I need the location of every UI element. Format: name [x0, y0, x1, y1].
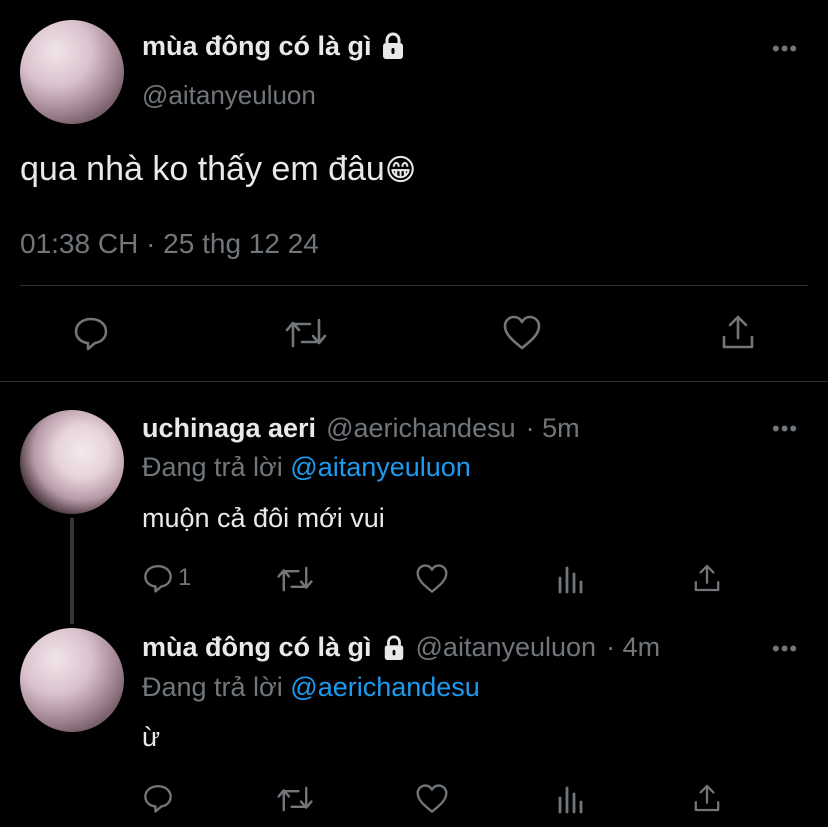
reply-icon[interactable]	[142, 782, 174, 814]
main-tweet-header: mùa đông có là gì	[142, 28, 406, 64]
more-options-icon[interactable]: •••	[772, 38, 798, 60]
display-name[interactable]: mùa đông có là gì	[142, 632, 372, 663]
reply-header: uchinaga aeri @aerichandesu · 5m	[142, 413, 580, 444]
handle[interactable]: @aitanyeuluon	[142, 80, 316, 111]
replying-prefix: Đang trả lời	[142, 452, 283, 482]
retweet-icon[interactable]	[276, 564, 314, 594]
views-icon[interactable]	[556, 564, 586, 594]
reply-action[interactable]: 1	[142, 562, 191, 594]
views-icon[interactable]	[556, 784, 586, 814]
reply-time[interactable]: · 5m	[526, 413, 580, 444]
avatar[interactable]	[20, 20, 124, 124]
lock-icon	[382, 635, 406, 661]
reply-text: ừ	[142, 722, 161, 752]
display-name[interactable]: uchinaga aeri	[142, 413, 316, 444]
tweet-text: qua nhà ko thấy em đâu😁	[20, 150, 416, 189]
reply-icon[interactable]	[142, 562, 174, 594]
like-icon[interactable]	[415, 783, 449, 815]
handle[interactable]: @aitanyeuluon	[416, 632, 597, 663]
more-options-icon[interactable]: •••	[772, 638, 798, 660]
share-icon[interactable]	[692, 782, 722, 814]
reply-count: 1	[178, 564, 192, 591]
retweet-icon[interactable]	[284, 316, 328, 350]
more-options-icon[interactable]: •••	[772, 418, 798, 440]
replying-prefix: Đang trả lời	[142, 672, 283, 702]
reply-icon[interactable]	[72, 314, 110, 352]
share-icon[interactable]	[692, 562, 722, 594]
lock-icon	[380, 32, 406, 60]
handle[interactable]: @aerichandesu	[326, 413, 516, 444]
replying-to-link[interactable]: @aerichandesu	[290, 672, 480, 702]
avatar[interactable]	[20, 410, 124, 514]
thread-line	[70, 518, 74, 624]
display-name[interactable]: mùa đông có là gì	[142, 31, 372, 62]
timestamp[interactable]: 01:38 CH · 25 thg 12 24	[20, 228, 319, 260]
replying-to-link[interactable]: @aitanyeuluon	[290, 452, 471, 482]
tweet-text-body: qua nhà ko thấy em đâu	[20, 150, 385, 188]
grinning-emoji: 😁	[384, 153, 417, 188]
share-icon[interactable]	[720, 312, 756, 352]
like-icon[interactable]	[415, 563, 449, 595]
retweet-icon[interactable]	[276, 784, 314, 814]
like-icon[interactable]	[502, 314, 542, 352]
replying-to: Đang trả lời @aerichandesu	[142, 672, 480, 703]
reply-time[interactable]: · 4m	[606, 632, 660, 663]
reply-text: muộn cả đôi mới vui	[142, 503, 385, 533]
avatar[interactable]	[20, 628, 124, 732]
divider	[0, 381, 828, 382]
divider	[20, 285, 808, 286]
reply-header: mùa đông có là gì @aitanyeuluon · 4m	[142, 632, 660, 663]
replying-to: Đang trả lời @aitanyeuluon	[142, 452, 471, 483]
